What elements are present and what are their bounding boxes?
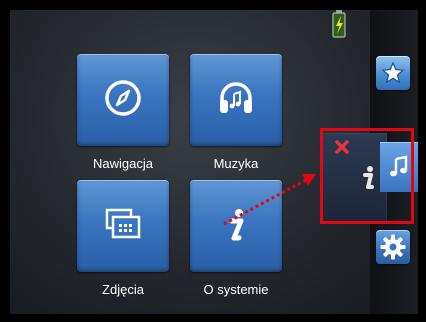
favorites-button[interactable] [376, 56, 410, 90]
headphones-icon [220, 82, 252, 113]
device-frame: Nawigacja Muzyka Zdjęcia O systemie [0, 0, 426, 322]
photos-icon [105, 208, 141, 239]
close-icon[interactable] [334, 139, 350, 155]
battery-charging-icon [332, 10, 346, 38]
tile-label-navigation: Nawigacja [93, 156, 153, 171]
tile-navigation[interactable] [77, 54, 169, 146]
tile-label-photos: Zdjęcia [102, 282, 144, 297]
settings-button[interactable] [376, 230, 410, 264]
compass-icon [105, 80, 141, 116]
tile-label-music: Muzyka [213, 156, 259, 171]
star-icon [381, 61, 405, 84]
info-icon [229, 209, 244, 241]
tile-music[interactable] [190, 54, 282, 146]
popup-music-button[interactable] [380, 142, 418, 192]
tile-about-system[interactable] [190, 180, 282, 272]
gear-icon [380, 234, 406, 260]
side-popup [321, 133, 387, 223]
info-icon [363, 166, 374, 189]
music-note-icon [390, 155, 408, 177]
tile-photos[interactable] [77, 180, 169, 272]
tile-label-about-system: O systemie [203, 282, 269, 297]
